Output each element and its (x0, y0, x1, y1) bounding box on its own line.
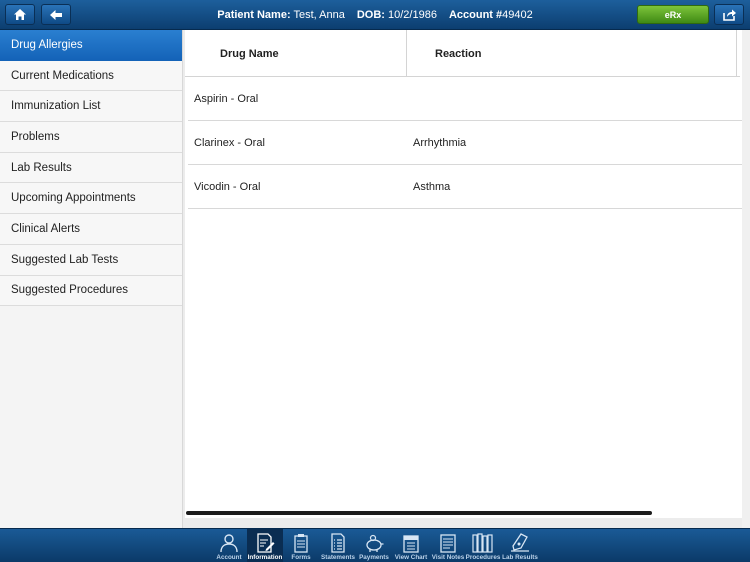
notes-icon (440, 534, 456, 553)
tab-view-chart[interactable]: View Chart (393, 529, 429, 562)
horizontal-scrollbar[interactable] (186, 511, 652, 515)
tab-label: Information (247, 554, 283, 561)
sidebar-item-upcoming-appointments[interactable]: Upcoming Appointments (0, 183, 182, 215)
tab-label: Procedures (465, 554, 501, 561)
back-button[interactable] (41, 4, 71, 25)
tab-label: Visit Notes (431, 554, 465, 561)
right-margin (742, 30, 750, 528)
home-button[interactable] (5, 4, 35, 25)
patient-name-label: Patient Name: (217, 9, 291, 21)
home-icon (14, 9, 26, 20)
clipboard-icon (294, 534, 308, 553)
tab-visit-notes[interactable]: Visit Notes (430, 529, 466, 562)
tab-statements[interactable]: Statements (320, 529, 356, 562)
flask-icon (511, 533, 529, 552)
drug-name-cell: Clarinex - Oral (194, 137, 265, 149)
column-header-drug-name[interactable]: Drug Name (185, 30, 407, 77)
top-header: Patient Name: Test, Anna DOB: 10/2/1986 … (0, 0, 750, 30)
tab-label: Account (216, 554, 242, 561)
sidebar-item-problems[interactable]: Problems (0, 122, 182, 153)
erx-button[interactable]: eRx (637, 5, 709, 24)
sidebar-item-suggested-lab-tests[interactable]: Suggested Lab Tests (0, 244, 182, 276)
tab-procedures[interactable]: Procedures (465, 529, 501, 562)
tab-label: Lab Results (502, 554, 538, 561)
tab-label: View Chart (394, 554, 428, 561)
tab-information[interactable]: Information (247, 529, 283, 562)
tab-label: Payments (359, 554, 389, 561)
tab-forms[interactable]: Forms (283, 529, 319, 562)
account-value: 49402 (502, 9, 533, 21)
sidebar-item-current-medications[interactable]: Current Medications (0, 60, 182, 92)
list-document-icon (331, 533, 345, 553)
tab-lab-results[interactable]: Lab Results (502, 529, 538, 562)
person-icon (220, 534, 238, 553)
allergies-table: Drug Name Reaction Aspirin - Oral Clarin… (185, 30, 745, 518)
drug-name-cell: Vicodin - Oral (194, 181, 261, 193)
tab-label: Statements (321, 554, 355, 561)
share-button[interactable] (714, 4, 744, 25)
dob-label: DOB: (356, 9, 385, 21)
patient-name-value: Test, Anna (293, 9, 345, 21)
books-icon (472, 533, 493, 553)
table-row[interactable]: Aspirin - Oral (188, 77, 745, 121)
reaction-cell: Asthma (413, 181, 451, 193)
sidebar-item-clinical-alerts[interactable]: Clinical Alerts (0, 214, 182, 245)
piggy-bank-icon (366, 534, 384, 552)
reaction-cell: Arrhythmia (413, 137, 467, 149)
back-arrow-icon (50, 9, 62, 20)
dob-value: 10/2/1986 (388, 9, 437, 21)
sidebar-item-drug-allergies[interactable]: Drug Allergies (0, 30, 182, 61)
table-row[interactable]: Vicodin - Oral Asthma (188, 165, 745, 209)
tab-label: Forms (291, 554, 311, 561)
drug-name-cell: Aspirin - Oral (194, 93, 259, 105)
sidebar-item-lab-results[interactable]: Lab Results (0, 152, 182, 184)
document-edit-icon (257, 533, 275, 553)
bottom-tab-bar: Account Information Forms Statements Pay… (0, 528, 750, 562)
table-row[interactable]: Clarinex - Oral Arrhythmia (188, 121, 745, 165)
tab-account[interactable]: Account (211, 529, 247, 562)
sidebar-nav: Drug Allergies Current Medications Immun… (0, 30, 183, 528)
table-header: Drug Name Reaction (185, 30, 740, 77)
share-icon (722, 9, 736, 21)
sidebar-item-immunization-list[interactable]: Immunization List (0, 91, 182, 123)
account-label: Account # (448, 9, 503, 21)
sidebar-item-suggested-procedures[interactable]: Suggested Procedures (0, 275, 182, 307)
table-body: Aspirin - Oral Clarinex - Oral Arrhythmi… (188, 77, 745, 209)
column-header-reaction[interactable]: Reaction (407, 30, 737, 77)
chart-binder-icon (403, 535, 419, 553)
tab-payments[interactable]: Payments (356, 529, 392, 562)
